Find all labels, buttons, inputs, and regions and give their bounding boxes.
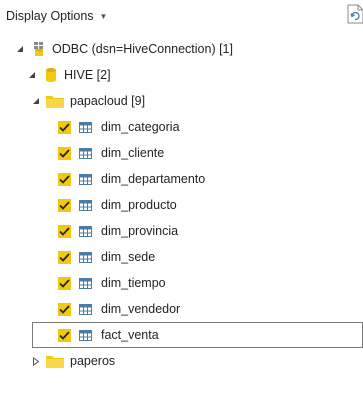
expanded-chevron-icon[interactable]	[14, 43, 26, 55]
table-checkbox[interactable]	[58, 172, 71, 186]
tree-node-hive-database[interactable]: HIVE [2]	[0, 62, 363, 88]
table-label: dim_vendedor	[101, 302, 181, 316]
table-icon	[78, 147, 92, 159]
refresh-icon[interactable]	[346, 4, 363, 24]
table-checkbox[interactable]	[58, 302, 71, 316]
tree-table-dim-vendedor[interactable]: dim_vendedor	[0, 296, 363, 322]
tree-node-label: ODBC (dsn=HiveConnection) [1]	[52, 42, 233, 56]
display-options-dropdown[interactable]: Display Options ▼	[6, 8, 107, 24]
database-icon	[44, 67, 58, 83]
tree-table-dim-producto[interactable]: dim_producto	[0, 192, 363, 218]
tree-table-dim-sede[interactable]: dim_sede	[0, 244, 363, 270]
tree-node-label: paperos	[70, 354, 116, 368]
expanded-chevron-icon[interactable]	[26, 69, 38, 81]
table-checkbox[interactable]	[58, 120, 71, 134]
tree-table-dim-departamento[interactable]: dim_departamento	[0, 166, 363, 192]
table-icon	[78, 121, 92, 133]
table-icon	[78, 199, 92, 211]
tree-node-odbc-source[interactable]: ODBC (dsn=HiveConnection) [1]	[0, 36, 363, 62]
collapsed-chevron-icon[interactable]	[30, 355, 42, 367]
caret-down-icon: ▼	[99, 11, 108, 21]
table-icon	[78, 277, 92, 289]
table-label: dim_provincia	[101, 224, 179, 238]
tree-node-schema-paperos[interactable]: paperos	[0, 348, 363, 374]
tree-node-schema-papacloud[interactable]: papacloud [9]	[0, 88, 363, 114]
table-icon	[78, 303, 92, 315]
table-label: dim_categoria	[101, 120, 180, 134]
table-icon	[78, 225, 92, 237]
display-options-label: Display Options	[6, 9, 94, 23]
odbc-datasource-icon	[32, 41, 46, 57]
table-icon	[78, 251, 92, 263]
table-label: dim_producto	[101, 198, 177, 212]
table-label: dim_sede	[101, 250, 156, 264]
tree-node-label: papacloud [9]	[70, 94, 146, 108]
table-checkbox[interactable]	[58, 224, 71, 238]
table-label: dim_cliente	[101, 146, 165, 160]
folder-icon	[46, 94, 64, 108]
tree-table-dim-provincia[interactable]: dim_provincia	[0, 218, 363, 244]
table-label: dim_tiempo	[101, 276, 166, 290]
tree-table-dim-tiempo[interactable]: dim_tiempo	[0, 270, 363, 296]
table-checkbox[interactable]	[58, 328, 71, 342]
tree-table-fact-venta[interactable]: fact_venta	[32, 322, 363, 348]
navigator-tree: ODBC (dsn=HiveConnection) [1] HIVE [2] p…	[0, 36, 363, 374]
table-checkbox[interactable]	[58, 146, 71, 160]
folder-icon	[46, 354, 64, 368]
expanded-chevron-icon[interactable]	[30, 95, 42, 107]
table-checkbox[interactable]	[58, 276, 71, 290]
table-label: fact_venta	[101, 328, 159, 342]
table-checkbox[interactable]	[58, 198, 71, 212]
table-label: dim_departamento	[101, 172, 206, 186]
tree-table-dim-categoria[interactable]: dim_categoria	[0, 114, 363, 140]
table-icon	[78, 329, 92, 341]
tree-node-label: HIVE [2]	[64, 68, 111, 82]
table-checkbox[interactable]	[58, 250, 71, 264]
tree-table-dim-cliente[interactable]: dim_cliente	[0, 140, 363, 166]
table-icon	[78, 173, 92, 185]
